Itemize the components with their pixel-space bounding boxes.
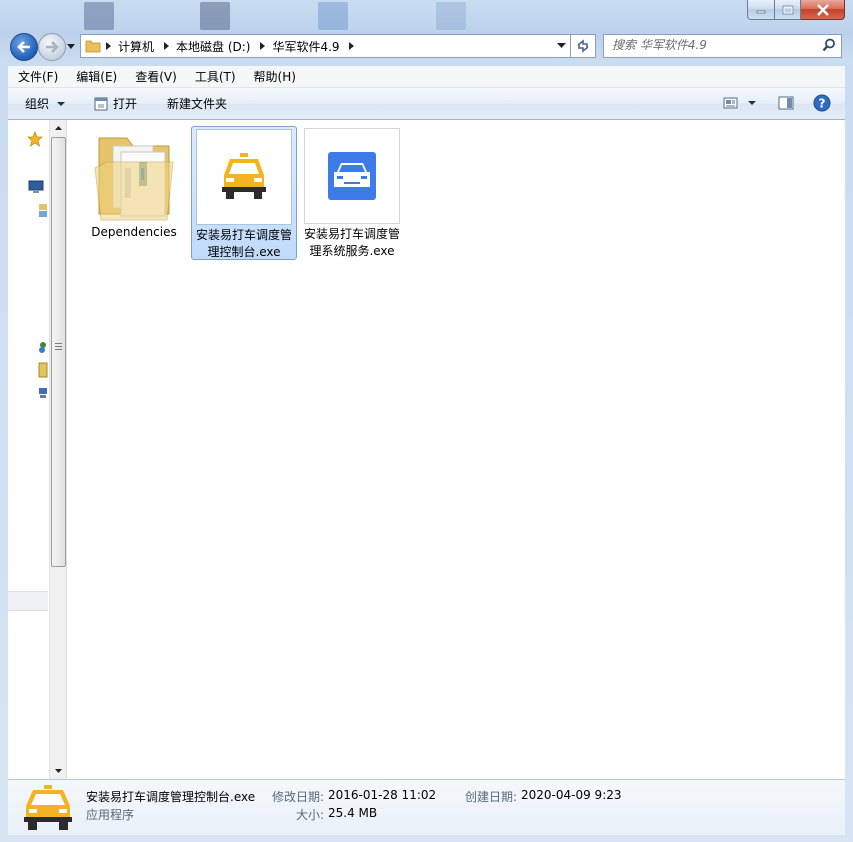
- library-icon[interactable]: [38, 203, 48, 219]
- maximize-button[interactable]: [775, 0, 801, 20]
- window-controls: [747, 0, 845, 20]
- menu-bar: 文件(F) 编辑(E) 查看(V) 工具(T) 帮助(H): [8, 66, 845, 88]
- breadcrumb-arrow-icon[interactable]: [345, 42, 359, 50]
- help-icon: ?: [813, 94, 831, 112]
- change-view-button[interactable]: [720, 93, 760, 113]
- back-button[interactable]: [10, 33, 38, 61]
- menu-file[interactable]: 文件(F): [8, 68, 66, 85]
- address-history-dropdown[interactable]: [557, 40, 566, 50]
- taxi-icon: [24, 785, 72, 830]
- scrollbar-grip: [55, 343, 62, 351]
- help-button[interactable]: ?: [810, 93, 834, 113]
- breadcrumb-arrow-icon[interactable]: [101, 42, 115, 50]
- car-app-icon: [304, 128, 400, 224]
- breadcrumb-current-folder[interactable]: 华军软件4.9: [269, 38, 344, 55]
- breadcrumb-local-disk[interactable]: 本地磁盘 (D:): [173, 38, 255, 55]
- details-modified-label: 修改日期:: [272, 790, 325, 804]
- file-label: Dependencies: [91, 225, 177, 239]
- organize-button[interactable]: 组织: [25, 88, 68, 119]
- command-bar: 组织 打开 新建文件夹 ?: [8, 88, 845, 120]
- breadcrumb: 计算机 本地磁盘 (D:) 华军软件4.9: [101, 35, 359, 57]
- chevron-down-icon: [748, 101, 756, 105]
- homegroup-icon[interactable]: [38, 340, 48, 354]
- computer-icon[interactable]: [38, 362, 48, 378]
- folder-icon: [85, 40, 101, 53]
- view-icon: [723, 97, 738, 109]
- address-bar[interactable]: 计算机 本地磁盘 (D:) 华军软件4.9: [80, 34, 571, 58]
- taxi-icon: [196, 129, 292, 225]
- menu-view[interactable]: 查看(V): [125, 68, 185, 85]
- preview-pane-button[interactable]: [774, 93, 798, 113]
- background-icon: [84, 2, 114, 30]
- background-icon: [436, 2, 466, 30]
- file-item-service-installer[interactable]: 安装易打车调度管理系统服务.exe: [300, 126, 404, 260]
- details-size-value: 25.4 MB: [328, 806, 378, 820]
- details-created-value: 2020-04-09 9:23: [521, 788, 622, 802]
- breadcrumb-computer[interactable]: 计算机: [115, 38, 159, 55]
- refresh-icon: [577, 39, 589, 53]
- maximize-icon: [782, 5, 793, 14]
- menu-edit[interactable]: 编辑(E): [66, 68, 125, 85]
- forward-button[interactable]: [38, 33, 66, 61]
- chevron-down-icon: [57, 101, 66, 106]
- close-button[interactable]: [801, 0, 845, 20]
- search-icon[interactable]: [822, 38, 836, 52]
- file-label: 安装易打车调度管理控制台.exe: [195, 228, 292, 259]
- minimize-button[interactable]: [747, 0, 775, 20]
- details-created-label: 创建日期:: [465, 790, 518, 804]
- open-button[interactable]: 打开: [94, 88, 137, 119]
- chevron-down-icon: [67, 43, 75, 49]
- explorer-window: 计算机 本地磁盘 (D:) 华军软件4.9 文件(F) 编辑(E) 查看(V) …: [0, 0, 853, 842]
- preview-pane-icon: [778, 96, 794, 110]
- organize-label: 组织: [25, 97, 50, 111]
- new-folder-label: 新建文件夹: [167, 97, 228, 111]
- breadcrumb-arrow-icon[interactable]: [159, 42, 173, 50]
- file-item-dependencies[interactable]: Dependencies: [82, 126, 186, 241]
- search-input[interactable]: [604, 35, 817, 55]
- details-file-kind: 应用程序: [86, 808, 135, 822]
- refresh-button[interactable]: [571, 34, 596, 58]
- folder-icon: [87, 128, 181, 222]
- menu-help[interactable]: 帮助(H): [244, 68, 304, 85]
- close-icon: [816, 3, 829, 16]
- favorites-star-icon[interactable]: [27, 131, 43, 147]
- scroll-down-button[interactable]: [50, 763, 66, 779]
- details-file-name: 安装易打车调度管理控制台.exe: [86, 790, 256, 804]
- new-folder-button[interactable]: 新建文件夹: [167, 88, 227, 119]
- arrow-up-icon: [54, 126, 62, 130]
- details-modified-value: 2016-01-28 11:02: [328, 788, 437, 802]
- arrow-right-icon: [46, 41, 59, 53]
- background-icon: [318, 2, 348, 30]
- svg-text:?: ?: [819, 97, 826, 111]
- details-size-label: 大小:: [296, 808, 325, 822]
- details-pane: 安装易打车调度管理控制台.exe 应用程序 修改日期: 2016-01-28 1…: [8, 779, 845, 835]
- file-label: 安装易打车调度管理系统服务.exe: [303, 227, 400, 258]
- arrow-down-icon: [54, 769, 62, 773]
- navigation-pane: [8, 120, 67, 779]
- arrow-left-icon: [17, 41, 30, 53]
- file-item-taxi-console-installer[interactable]: 安装易打车调度管理控制台.exe: [191, 126, 297, 260]
- network-icon[interactable]: [38, 386, 48, 400]
- open-icon: [94, 97, 108, 111]
- recent-pages-dropdown[interactable]: [66, 40, 76, 52]
- nav-pane-scrollbar[interactable]: [49, 120, 66, 779]
- desktop-icon[interactable]: [28, 180, 44, 194]
- search-box[interactable]: [603, 34, 842, 58]
- open-label: 打开: [113, 97, 138, 111]
- background-icon: [200, 2, 230, 30]
- breadcrumb-arrow-icon[interactable]: [255, 42, 269, 50]
- nav-pane-separator: [8, 591, 48, 611]
- scrollbar-thumb[interactable]: [51, 137, 66, 567]
- file-list-view[interactable]: Dependencies 安装易打车调度管理控制台.exe 安装易打车调度管理系…: [67, 120, 845, 779]
- menu-tools[interactable]: 工具(T): [185, 68, 244, 85]
- minimize-icon: [756, 10, 766, 13]
- scroll-up-button[interactable]: [50, 120, 66, 136]
